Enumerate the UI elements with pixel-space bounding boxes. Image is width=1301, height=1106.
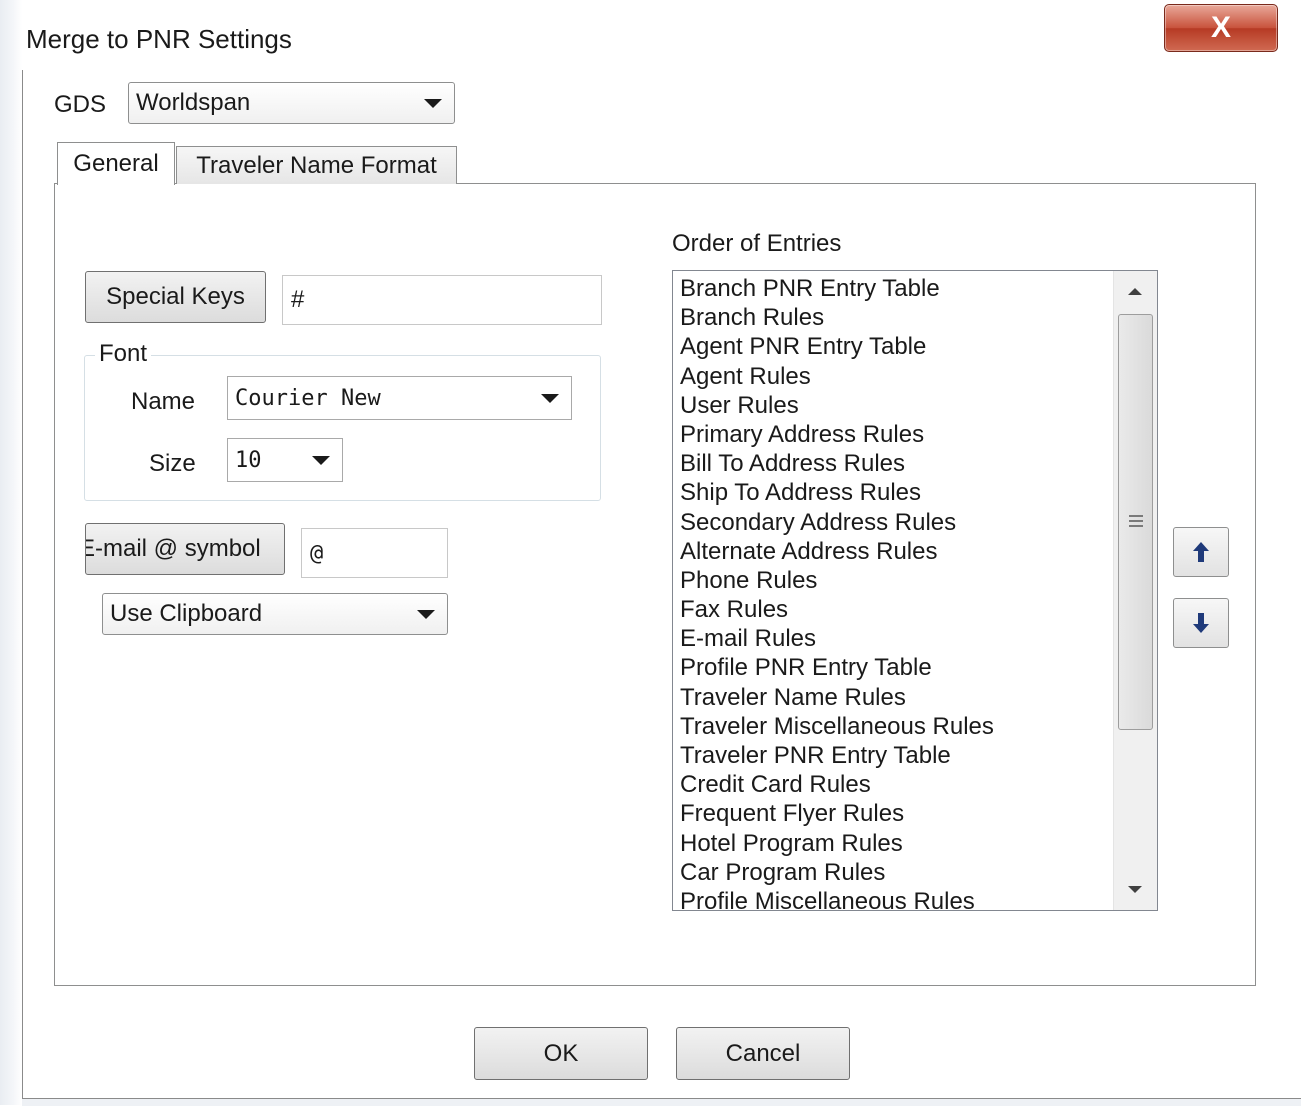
title-bar[interactable]: Merge to PNR Settings xyxy=(22,0,1301,70)
tab-general-label: General xyxy=(73,150,159,177)
font-name-select[interactable]: Courier New xyxy=(227,376,572,420)
gds-select[interactable]: Worldspan xyxy=(128,82,455,124)
order-of-entries-items: Branch PNR Entry Table Branch Rules Agen… xyxy=(680,274,1112,910)
scroll-down-icon[interactable] xyxy=(1128,886,1142,893)
order-of-entries-label: Order of Entries xyxy=(672,230,842,257)
list-item[interactable]: Bill To Address Rules xyxy=(680,449,1112,478)
merge-to-pnr-settings-dialog: Merge to PNR Settings X GDS Worldspan Ge… xyxy=(0,0,1301,1106)
chevron-down-icon xyxy=(312,456,330,465)
list-item[interactable]: Secondary Address Rules xyxy=(680,508,1112,537)
chevron-down-icon xyxy=(541,394,559,403)
list-item[interactable]: Traveler Name Rules xyxy=(680,683,1112,712)
tab-general[interactable]: General xyxy=(57,142,175,185)
list-item[interactable]: Profile PNR Entry Table xyxy=(680,653,1112,682)
list-item[interactable]: Hotel Program Rules xyxy=(680,829,1112,858)
list-item[interactable]: User Rules xyxy=(680,391,1112,420)
email-symbol-value: @ xyxy=(310,540,324,566)
gds-label: GDS xyxy=(54,91,107,118)
font-name-selected-value: Courier New xyxy=(235,385,381,411)
window-title: Merge to PNR Settings xyxy=(26,24,292,54)
list-item[interactable]: Alternate Address Rules xyxy=(680,537,1112,566)
list-item[interactable]: Credit Card Rules xyxy=(680,770,1112,799)
list-item[interactable]: Branch Rules xyxy=(680,303,1112,332)
list-item[interactable]: Agent PNR Entry Table xyxy=(680,332,1112,361)
chevron-down-icon xyxy=(424,99,442,108)
scroll-up-icon[interactable] xyxy=(1128,288,1142,295)
chevron-down-icon xyxy=(417,610,435,619)
arrow-down-icon xyxy=(1193,613,1209,633)
font-size-selected-value: 10 xyxy=(235,447,262,473)
ok-button[interactable]: OK xyxy=(474,1027,648,1080)
list-item[interactable]: Primary Address Rules xyxy=(680,420,1112,449)
output-method-select[interactable]: Use Clipboard xyxy=(102,593,448,635)
cancel-button[interactable]: Cancel xyxy=(676,1027,850,1080)
list-item[interactable]: Frequent Flyer Rules xyxy=(680,799,1112,828)
window-border xyxy=(22,70,23,1098)
list-item[interactable]: Traveler Miscellaneous Rules xyxy=(680,712,1112,741)
special-keys-value: # xyxy=(291,286,305,313)
output-method-selected-value: Use Clipboard xyxy=(110,600,263,627)
tab-traveler-name-format[interactable]: Traveler Name Format xyxy=(176,146,457,184)
font-group-label: Font xyxy=(95,340,152,368)
list-item[interactable]: Fax Rules xyxy=(680,595,1112,624)
list-item[interactable]: Ship To Address Rules xyxy=(680,478,1112,507)
window-frame-left xyxy=(0,0,22,1105)
special-keys-button-label: Special Keys xyxy=(106,283,245,310)
list-item[interactable]: E-mail Rules xyxy=(680,624,1112,653)
font-size-label: Size xyxy=(149,450,196,477)
email-symbol-input[interactable]: @ xyxy=(301,528,448,578)
list-item[interactable]: Branch PNR Entry Table xyxy=(680,274,1112,303)
move-up-button[interactable] xyxy=(1173,527,1229,577)
list-item[interactable]: Agent Rules xyxy=(680,362,1112,391)
font-size-select[interactable]: 10 xyxy=(227,438,343,482)
cancel-button-label: Cancel xyxy=(725,1039,801,1067)
gds-selected-value: Worldspan xyxy=(136,89,251,116)
order-of-entries-list[interactable]: Branch PNR Entry Table Branch Rules Agen… xyxy=(672,270,1158,911)
email-symbol-button[interactable]: E-mail @ symbol xyxy=(85,523,285,575)
scroll-thumb[interactable] xyxy=(1118,314,1153,730)
special-keys-button[interactable]: Special Keys xyxy=(85,271,266,323)
close-button[interactable]: X xyxy=(1164,4,1278,52)
email-symbol-button-label: E-mail @ symbol xyxy=(85,535,261,562)
move-down-button[interactable] xyxy=(1173,598,1229,648)
list-item[interactable]: Car Program Rules xyxy=(680,858,1112,887)
close-icon: X xyxy=(1210,11,1231,44)
list-item[interactable]: Phone Rules xyxy=(680,566,1112,595)
special-keys-input[interactable]: # xyxy=(282,275,602,325)
vertical-scrollbar[interactable] xyxy=(1113,271,1157,910)
list-item[interactable]: Traveler PNR Entry Table xyxy=(680,741,1112,770)
list-item[interactable]: Profile Miscellaneous Rules xyxy=(680,887,1112,910)
ok-button-label: OK xyxy=(543,1039,579,1067)
tab-traveler-name-format-label: Traveler Name Format xyxy=(196,151,437,179)
grip-icon xyxy=(1129,515,1143,530)
arrow-up-icon xyxy=(1193,542,1209,562)
font-name-label: Name xyxy=(131,388,196,415)
